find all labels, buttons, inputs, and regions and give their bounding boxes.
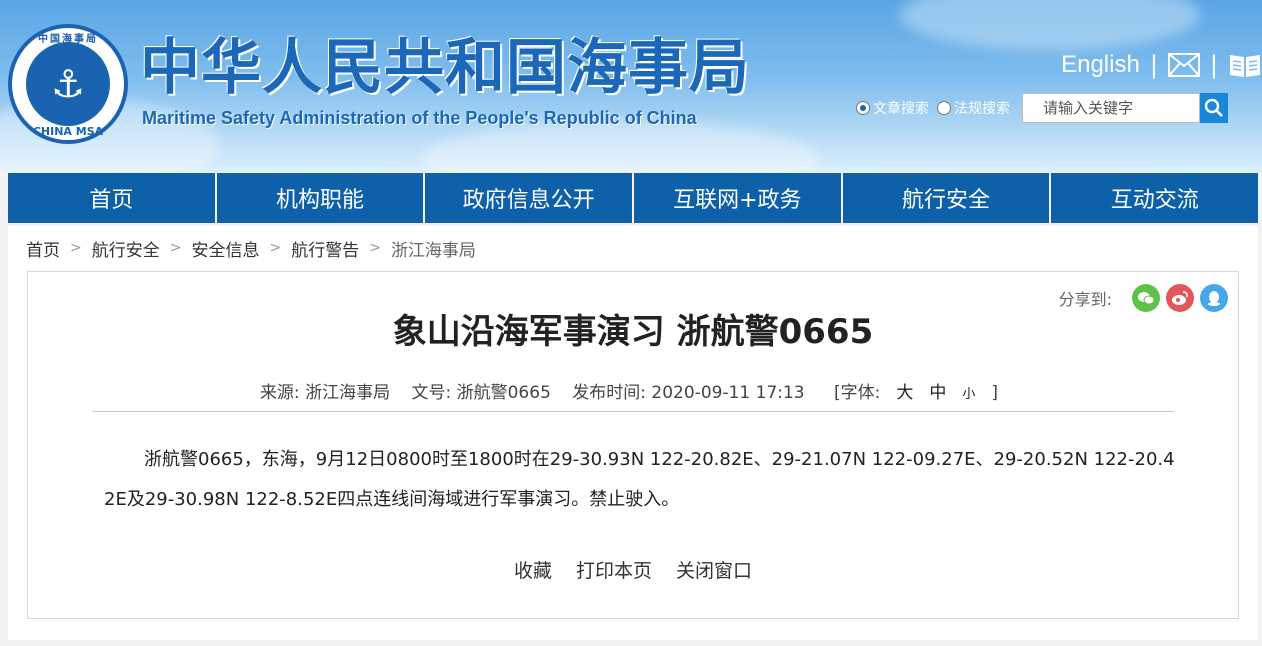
meta-published: 发布时间: 2020-09-11 17:13 <box>572 383 805 403</box>
breadcrumb-current: 浙江海事局 <box>390 240 476 261</box>
nav-item-interaction[interactable]: 互动交流 <box>1051 173 1259 223</box>
qq-share-icon[interactable] <box>1200 284 1228 312</box>
font-size-medium[interactable]: 中 <box>929 383 946 403</box>
breadcrumb-separator: > <box>169 240 182 256</box>
nav-item-functions[interactable]: 机构职能 <box>216 173 424 223</box>
search-button[interactable] <box>1200 93 1228 123</box>
link-separator: | <box>1209 51 1218 79</box>
breadcrumb-navigation-safety[interactable]: 航行安全 <box>92 236 160 261</box>
site-title-en: Maritime Safety Administration of the Pe… <box>142 108 697 128</box>
book-icon[interactable] <box>1228 51 1262 79</box>
weibo-share-icon[interactable] <box>1166 284 1194 312</box>
link-separator: | <box>1149 51 1158 79</box>
radio-article-search[interactable]: 文章搜索 <box>856 98 929 118</box>
share-bar: 分享到: <box>1059 284 1228 312</box>
article-body: 浙航警0665，东海，9月12日0800时至1800时在29-30.93N 12… <box>104 449 1175 510</box>
anchor-icon: ⚓ <box>26 42 110 126</box>
top-links: English | | <box>1042 48 1262 82</box>
breadcrumb-home[interactable]: 首页 <box>26 236 60 261</box>
breadcrumb-safety-info[interactable]: 安全信息 <box>191 236 259 261</box>
logo-bottom-text: CHINA MSA <box>32 125 104 138</box>
breadcrumb-separator: > <box>70 240 82 256</box>
main-content: 首页 > 航行安全 > 安全信息 > 航行警告 > 浙江海事局 分享到: 象山沿… <box>8 226 1258 640</box>
article-meta: 来源: 浙江海事局 文号: 浙航警0665 发布时间: 2020-09-11 1… <box>28 378 1238 403</box>
nav-item-home[interactable]: 首页 <box>8 173 215 223</box>
nav-item-internet-gov[interactable]: 互联网+政务 <box>634 173 841 223</box>
print-link[interactable]: 打印本页 <box>576 556 652 583</box>
meta-doc-no: 文号: 浙航警0665 <box>411 383 551 403</box>
favorite-link[interactable]: 收藏 <box>514 556 552 583</box>
font-size-label: [字体: <box>834 383 881 403</box>
article-title: 象山沿海军事演习 浙航警0665 <box>392 312 874 352</box>
cloud-decoration <box>900 0 1200 50</box>
nav-item-gov-info[interactable]: 政府信息公开 <box>425 173 633 223</box>
radio-selected-icon[interactable] <box>856 101 870 115</box>
font-size-close: ] <box>991 383 999 403</box>
meta-source: 来源: 浙江海事局 <box>259 383 391 403</box>
font-size-large[interactable]: 大 <box>896 383 913 403</box>
breadcrumb-separator: > <box>369 240 381 256</box>
msa-logo[interactable]: 中国海事局 ⚓ CHINA MSA <box>8 24 128 144</box>
radio-law-label: 法规搜索 <box>954 101 1010 117</box>
radio-article-label: 文章搜索 <box>873 101 929 117</box>
breadcrumb: 首页 > 航行安全 > 安全信息 > 航行警告 > 浙江海事局 <box>26 236 476 261</box>
english-link[interactable]: English <box>1061 51 1140 79</box>
site-title-cn: 中华人民共和国海事局 <box>140 33 750 103</box>
site-header: 中国海事局 ⚓ CHINA MSA 中华人民共和国海事局 Maritime Sa… <box>0 0 1262 172</box>
meta-divider <box>92 411 1174 412</box>
font-size-control: [字体: 大中 小] <box>826 383 1006 403</box>
search-icon <box>1204 98 1223 117</box>
nav-item-navigation-safety[interactable]: 航行安全 <box>842 173 1050 223</box>
article: 分享到: 象山沿海军事演习 浙航警0665 来源: 浙江海事局 文号: 浙航警0… <box>27 271 1239 619</box>
main-nav: 首页 机构职能 政府信息公开 互联网+政务 航行安全 互动交流 <box>8 173 1259 223</box>
font-size-small[interactable]: 小 <box>962 387 975 402</box>
mail-icon[interactable] <box>1167 53 1200 77</box>
breadcrumb-separator: > <box>269 240 282 256</box>
radio-unselected-icon[interactable] <box>937 101 951 115</box>
search-input[interactable] <box>1022 93 1200 123</box>
share-label: 分享到: <box>1058 290 1112 309</box>
article-actions: 收藏 打印本页 关闭窗口 <box>28 556 1238 583</box>
wechat-share-icon[interactable] <box>1132 284 1160 312</box>
close-window-link[interactable]: 关闭窗口 <box>676 556 752 583</box>
breadcrumb-nav-warnings[interactable]: 航行警告 <box>291 236 359 261</box>
search-bar: 文章搜索 法规搜索 <box>856 92 1262 124</box>
radio-law-search[interactable]: 法规搜索 <box>937 98 1010 118</box>
